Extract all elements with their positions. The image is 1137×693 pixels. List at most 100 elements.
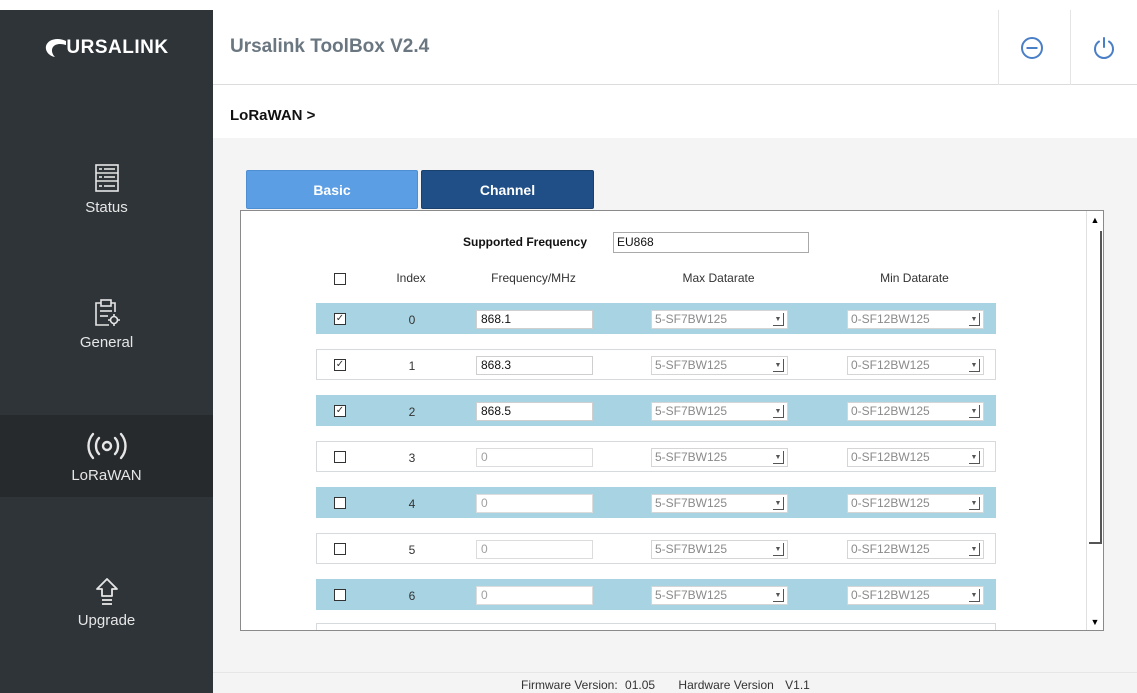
minimize-button[interactable]: [998, 10, 1065, 85]
max-datarate-value: 5-SF7BW125: [655, 450, 728, 464]
sidebar-item-label: General: [79, 333, 134, 351]
dropdown-arrow-icon[interactable]: ▼: [969, 451, 980, 464]
max-datarate-select[interactable]: 5-SF7BW125 ▼: [651, 494, 788, 513]
row-index: 3: [408, 451, 416, 465]
table-row: 5 0 5-SF7BW125 ▼ 0-SF12BW125 ▼: [316, 533, 996, 564]
dropdown-arrow-icon[interactable]: ▼: [773, 451, 784, 464]
row-checkbox[interactable]: [334, 451, 346, 463]
status-list-icon: [94, 161, 120, 195]
power-button[interactable]: [1070, 10, 1137, 85]
column-header-frequency: Frequency/MHz: [491, 271, 576, 285]
frequency-input[interactable]: 0: [476, 586, 593, 605]
frequency-input[interactable]: 868.5: [476, 402, 593, 421]
row-index: 5: [408, 543, 416, 557]
table-row: ✓ 0 868.1 5-SF7BW125 ▼ 0-SF12BW125 ▼: [316, 303, 996, 334]
max-datarate-select[interactable]: 5-SF7BW125 ▼: [651, 586, 788, 605]
supported-frequency-label: Supported Frequency: [463, 235, 588, 249]
table-row: 3 0 5-SF7BW125 ▼ 0-SF12BW125 ▼: [316, 441, 996, 472]
max-datarate-select[interactable]: 5-SF7BW125 ▼: [651, 448, 788, 467]
hardware-value: V1.1: [785, 678, 810, 692]
sidebar-item-lorawan[interactable]: LoRaWAN: [0, 415, 213, 497]
sidebar-item-label: Status: [85, 198, 128, 216]
hardware-label: Hardware Version: [678, 678, 774, 692]
footer-divider: [213, 672, 1137, 673]
min-datarate-select[interactable]: 0-SF12BW125 ▼: [847, 540, 984, 559]
frequency-input[interactable]: 0: [476, 448, 593, 467]
dropdown-arrow-icon[interactable]: ▼: [969, 313, 980, 326]
supported-frequency-field[interactable]: EU868: [613, 232, 809, 253]
app-window: URSALINK Status General LoRaWAN Upgrade …: [0, 0, 1137, 693]
min-datarate-value: 0-SF12BW125: [851, 312, 930, 326]
tab-basic[interactable]: Basic: [246, 170, 418, 209]
table-row: 4 0 5-SF7BW125 ▼ 0-SF12BW125 ▼: [316, 487, 996, 518]
min-datarate-select[interactable]: 0-SF12BW125 ▼: [847, 402, 984, 421]
row-checkbox[interactable]: [334, 497, 346, 509]
dropdown-arrow-icon[interactable]: ▼: [969, 589, 980, 602]
max-datarate-value: 5-SF7BW125: [655, 404, 728, 418]
ursalink-logo-icon: [46, 38, 67, 57]
logo-text: URSALINK: [66, 36, 169, 58]
row-index: 4: [408, 497, 416, 511]
max-datarate-select[interactable]: 5-SF7BW125 ▼: [651, 310, 788, 329]
row-index: 6: [408, 589, 416, 603]
max-datarate-select[interactable]: 5-SF7BW125 ▼: [651, 402, 788, 421]
dropdown-arrow-icon[interactable]: ▼: [969, 359, 980, 372]
min-datarate-value: 0-SF12BW125: [851, 542, 930, 556]
sidebar-item-upgrade[interactable]: Upgrade: [0, 560, 213, 642]
minus-circle-icon: [1021, 36, 1043, 59]
row-checkbox[interactable]: [334, 543, 346, 555]
column-header-max-datarate: Max Datarate: [682, 271, 755, 285]
power-icon: [1094, 36, 1114, 59]
min-datarate-value: 0-SF12BW125: [851, 404, 930, 418]
dropdown-arrow-icon[interactable]: ▼: [969, 405, 980, 418]
app-title: Ursalink ToolBox V2.4: [230, 36, 430, 57]
row-checkbox[interactable]: [334, 589, 346, 601]
min-datarate-value: 0-SF12BW125: [851, 588, 930, 602]
sidebar-item-general[interactable]: General: [0, 282, 213, 364]
frequency-input[interactable]: 868.1: [476, 310, 593, 329]
row-checkbox[interactable]: ✓: [334, 313, 346, 325]
clipboard-gear-icon: [93, 296, 121, 330]
dropdown-arrow-icon[interactable]: ▼: [969, 497, 980, 510]
dropdown-arrow-icon[interactable]: ▼: [969, 543, 980, 556]
max-datarate-value: 5-SF7BW125: [655, 312, 728, 326]
dropdown-arrow-icon[interactable]: ▼: [773, 313, 784, 326]
dropdown-arrow-icon[interactable]: ▼: [773, 589, 784, 602]
min-datarate-select[interactable]: 0-SF12BW125 ▼: [847, 586, 984, 605]
dropdown-arrow-icon[interactable]: ▼: [773, 405, 784, 418]
footer: Firmware Version: 01.05 Hardware Version…: [521, 678, 814, 692]
row-index: 0: [408, 313, 416, 327]
select-all-checkbox[interactable]: [334, 273, 346, 285]
min-datarate-select[interactable]: 0-SF12BW125 ▼: [847, 448, 984, 467]
min-datarate-value: 0-SF12BW125: [851, 358, 930, 372]
scroll-up-arrow-icon[interactable]: ▲: [1087, 211, 1103, 228]
sidebar: URSALINK Status General LoRaWAN Upgrade: [0, 10, 213, 693]
dropdown-arrow-icon[interactable]: ▼: [773, 497, 784, 510]
min-datarate-select[interactable]: 0-SF12BW125 ▼: [847, 310, 984, 329]
dropdown-arrow-icon[interactable]: ▼: [773, 359, 784, 372]
header-bar: Ursalink ToolBox V2.4: [213, 10, 1137, 85]
scroll-thumb[interactable]: [1089, 231, 1102, 544]
min-datarate-select[interactable]: 0-SF12BW125 ▼: [847, 356, 984, 375]
row-checkbox[interactable]: ✓: [334, 405, 346, 417]
row-checkbox[interactable]: ✓: [334, 359, 346, 371]
scroll-down-arrow-icon[interactable]: ▼: [1087, 613, 1103, 630]
max-datarate-value: 5-SF7BW125: [655, 496, 728, 510]
sidebar-item-status[interactable]: Status: [0, 147, 213, 229]
max-datarate-select[interactable]: 5-SF7BW125 ▼: [651, 356, 788, 375]
frequency-input[interactable]: 0: [476, 540, 593, 559]
max-datarate-select[interactable]: 5-SF7BW125 ▼: [651, 540, 788, 559]
tab-channel[interactable]: Channel: [421, 170, 594, 209]
radio-wave-icon: [86, 429, 127, 463]
min-datarate-value: 0-SF12BW125: [851, 450, 930, 464]
table-row: 6 0 5-SF7BW125 ▼ 0-SF12BW125 ▼: [316, 579, 996, 610]
dropdown-arrow-icon[interactable]: ▼: [773, 543, 784, 556]
table-row-partial: [316, 623, 996, 630]
sidebar-item-label: LoRaWAN: [71, 466, 142, 484]
frequency-input[interactable]: 0: [476, 494, 593, 513]
row-index: 2: [408, 405, 416, 419]
frequency-input[interactable]: 868.3: [476, 356, 593, 375]
ursalink-logo: URSALINK: [44, 37, 168, 59]
vertical-scrollbar[interactable]: ▲ ▼: [1086, 211, 1103, 630]
min-datarate-select[interactable]: 0-SF12BW125 ▼: [847, 494, 984, 513]
